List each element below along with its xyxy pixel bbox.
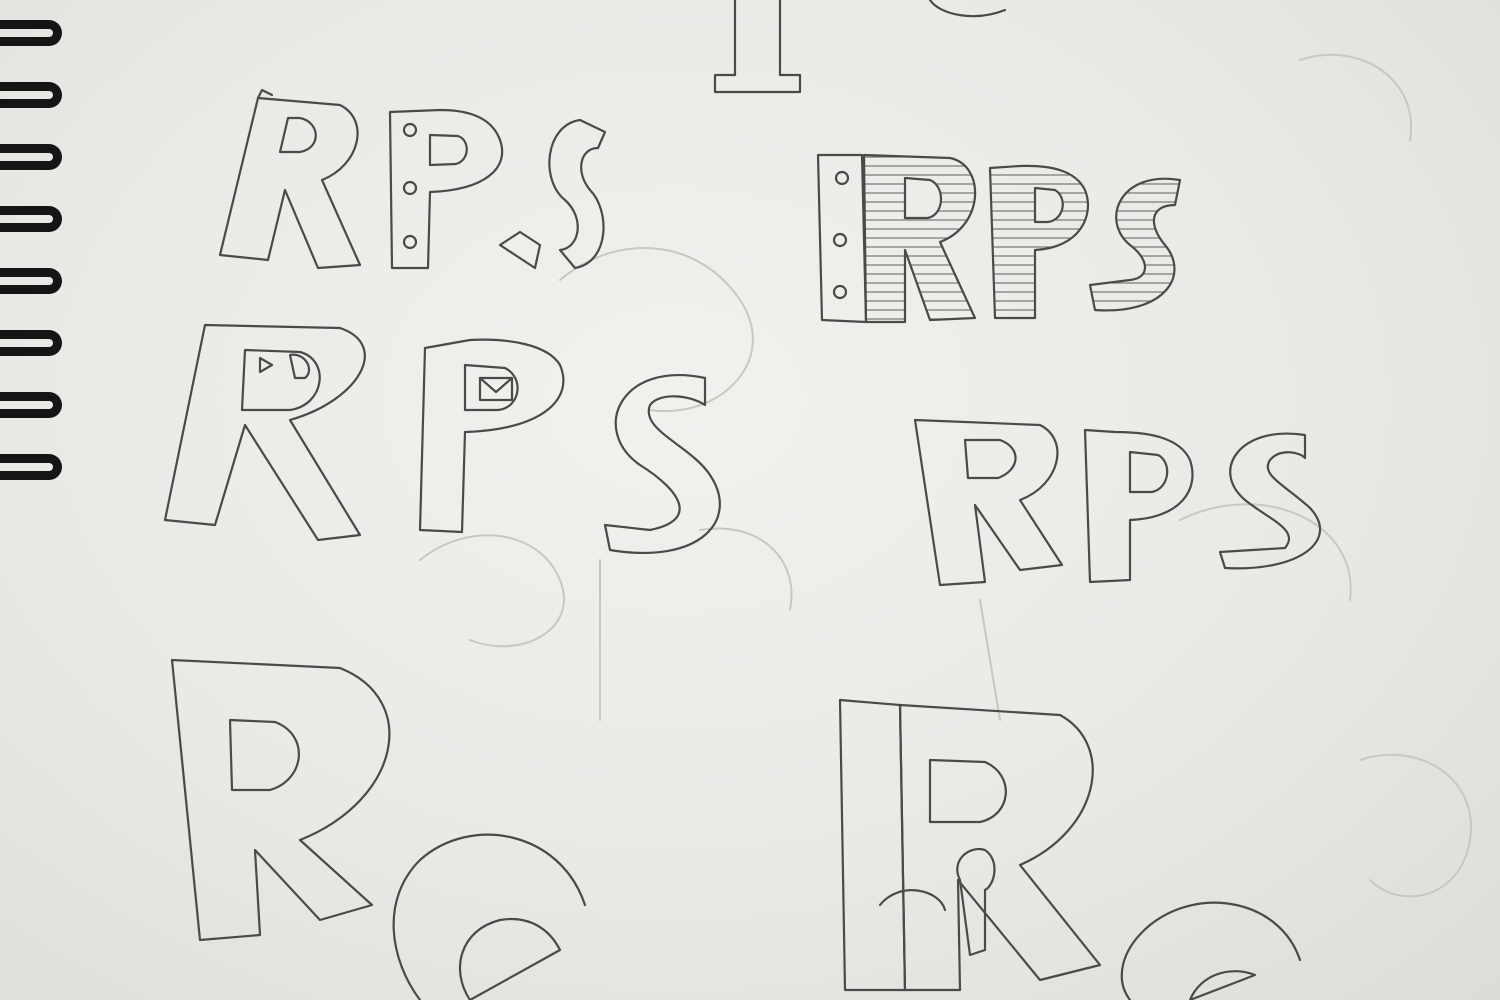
letter-r bbox=[913, 418, 1064, 587]
letter-r bbox=[862, 153, 977, 324]
sketch-group-bottom-right bbox=[838, 698, 1302, 1000]
letter-s bbox=[548, 118, 607, 270]
letter-r bbox=[218, 96, 362, 270]
letter-r bbox=[163, 323, 366, 542]
letter-p bbox=[418, 338, 565, 534]
top-partial-sketch bbox=[713, 0, 1007, 94]
letter-p bbox=[988, 164, 1090, 320]
letter-r bbox=[170, 658, 391, 942]
sketch-group-mid-left bbox=[163, 323, 721, 555]
sketch-group-top-right bbox=[816, 153, 1182, 324]
letter-p bbox=[388, 108, 504, 270]
letter-s bbox=[1120, 901, 1302, 1000]
letter-s bbox=[603, 374, 721, 555]
sketch-group-bottom-left bbox=[170, 658, 587, 1000]
letter-s bbox=[1218, 432, 1322, 570]
sketch-group-top-left bbox=[218, 88, 607, 270]
sketchbook-photo bbox=[0, 0, 1500, 1000]
letter-s bbox=[1088, 177, 1182, 312]
letter-s bbox=[392, 833, 587, 1000]
letter-p bbox=[1083, 428, 1194, 584]
sketch-group-mid-right bbox=[913, 418, 1322, 587]
letter-r bbox=[898, 703, 1102, 992]
pencil-sketches bbox=[163, 0, 1473, 1000]
